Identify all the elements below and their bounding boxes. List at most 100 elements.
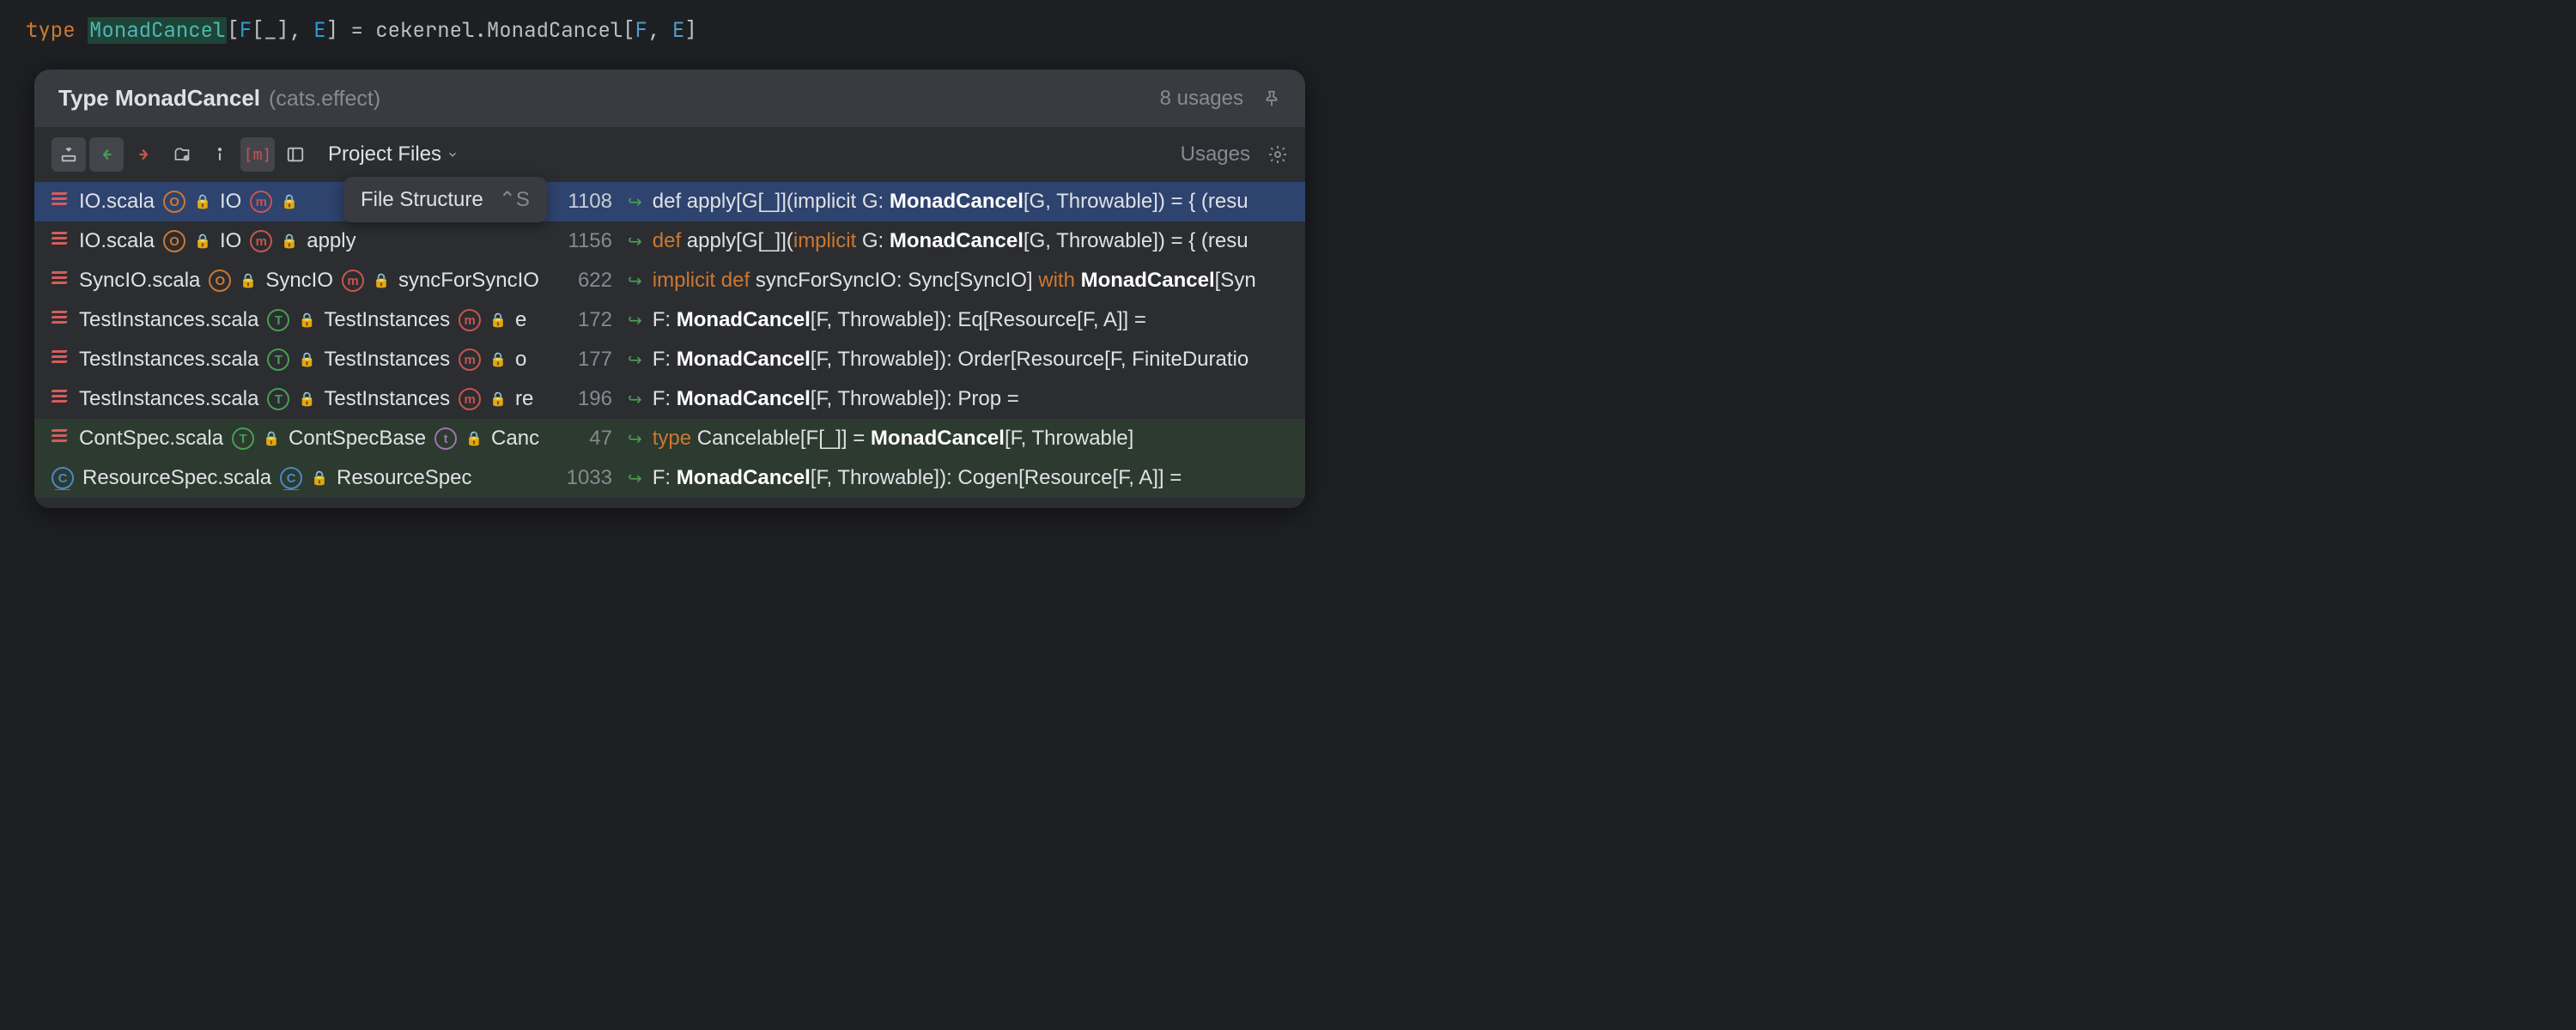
method-icon: m bbox=[250, 191, 272, 213]
filter-method-button[interactable]: [m] bbox=[240, 137, 275, 172]
code-snippet: type Cancelable[F[_]] = MonadCancel[F, T… bbox=[653, 427, 1288, 451]
code-snippet: def apply[G[_]](implicit G: MonadCancel[… bbox=[653, 190, 1288, 214]
container-name: ResourceSpec bbox=[337, 466, 471, 490]
scala-file-icon bbox=[52, 311, 70, 330]
lock-icon: 🔒 bbox=[194, 233, 211, 250]
container-name: SyncIO bbox=[265, 269, 333, 293]
usage-row[interactable]: C ResourceSpec.scala C 🔒 ResourceSpec 10… bbox=[34, 458, 1305, 498]
lock-icon: 🔒 bbox=[298, 312, 315, 329]
usages-popup: Type MonadCancel (cats.effect) 8 usages bbox=[34, 70, 1305, 508]
object-icon: O bbox=[163, 230, 185, 252]
scope-selector[interactable]: Project Files bbox=[328, 142, 459, 167]
lock-icon: 🔒 bbox=[281, 233, 298, 250]
code-snippet: F: MonadCancel[F, Throwable]): Cogen[Res… bbox=[653, 466, 1288, 490]
file-name: TestInstances.scala bbox=[79, 387, 258, 411]
object-icon: O bbox=[209, 270, 231, 292]
pin-icon[interactable] bbox=[1262, 89, 1281, 108]
usage-row[interactable]: SyncIO.scala O 🔒 SyncIO m 🔒 syncForSyncI… bbox=[34, 261, 1305, 300]
nav-icon: ↪ bbox=[628, 191, 642, 213]
settings-icon[interactable] bbox=[1267, 144, 1288, 165]
popup-title: Type MonadCancel bbox=[58, 85, 260, 112]
tooltip-text: File Structure bbox=[361, 188, 483, 212]
nav-icon: ↪ bbox=[628, 468, 642, 489]
scope-label: Project Files bbox=[328, 142, 441, 167]
usage-row[interactable]: TestInstances.scala T 🔒 TestInstances m … bbox=[34, 340, 1305, 379]
lock-icon: 🔒 bbox=[240, 272, 257, 289]
results-list: IO.scala O 🔒 IO m 🔒 File Structure ⌃S 11… bbox=[34, 182, 1305, 498]
lock-icon: 🔒 bbox=[194, 193, 211, 210]
preview-button[interactable] bbox=[278, 137, 313, 172]
code-snippet: F: MonadCancel[F, Throwable]): Prop = bbox=[653, 387, 1288, 411]
line-number: 177 bbox=[562, 348, 628, 372]
code-snippet: F: MonadCancel[F, Throwable]): Order[Res… bbox=[653, 348, 1288, 372]
lock-icon: 🔒 bbox=[298, 391, 315, 408]
info-button[interactable] bbox=[203, 137, 237, 172]
type-param-E: E bbox=[313, 17, 325, 44]
scala-file-icon bbox=[52, 429, 70, 448]
trait-icon: T bbox=[232, 427, 254, 450]
file-name: ContSpec.scala bbox=[79, 427, 223, 451]
method-icon: m bbox=[342, 270, 364, 292]
container-name: IO bbox=[220, 229, 241, 253]
nav-icon: ↪ bbox=[628, 389, 642, 410]
type-identifier: MonadCancel bbox=[88, 17, 227, 44]
popup-toolbar: [m] Project Files Usages bbox=[34, 127, 1305, 182]
usages-tab[interactable]: Usages bbox=[1181, 142, 1250, 167]
code-snippet: F: MonadCancel[F, Throwable]): Eq[Resour… bbox=[653, 308, 1288, 332]
code-snippet: def apply[G[_]](implicit G: MonadCancel[… bbox=[653, 229, 1288, 253]
trait-icon: T bbox=[267, 309, 289, 331]
usage-row[interactable]: IO.scala O 🔒 IO m 🔒 apply 1156 ↪ def app… bbox=[34, 221, 1305, 261]
file-name: TestInstances.scala bbox=[79, 348, 258, 372]
usage-row[interactable]: IO.scala O 🔒 IO m 🔒 File Structure ⌃S 11… bbox=[34, 182, 1305, 221]
next-occurrence-button[interactable] bbox=[127, 137, 161, 172]
member-name: syncForSyncIO bbox=[398, 269, 539, 293]
tooltip-shortcut: ⌃S bbox=[499, 187, 530, 212]
lock-icon: 🔒 bbox=[489, 312, 507, 329]
code-snippet: implicit def syncForSyncIO: Sync[SyncIO]… bbox=[653, 269, 1288, 293]
type-icon: t bbox=[434, 427, 457, 450]
scala-file-icon bbox=[52, 390, 70, 409]
class-icon: C bbox=[52, 467, 74, 489]
line-number: 47 bbox=[562, 427, 628, 451]
scala-file-icon bbox=[52, 271, 70, 290]
usage-row[interactable]: TestInstances.scala T 🔒 TestInstances m … bbox=[34, 379, 1305, 419]
open-findtool-button[interactable] bbox=[52, 137, 86, 172]
popup-header: Type MonadCancel (cats.effect) 8 usages bbox=[34, 70, 1305, 127]
usages-count: 8 usages bbox=[1160, 87, 1243, 111]
lock-icon: 🔒 bbox=[263, 430, 280, 447]
scala-file-icon bbox=[52, 350, 70, 369]
member-name: re bbox=[515, 387, 533, 411]
trait-icon: T bbox=[267, 348, 289, 371]
nav-icon: ↪ bbox=[628, 349, 642, 371]
directory-filter-button[interactable] bbox=[165, 137, 199, 172]
keyword-type: type bbox=[26, 17, 76, 44]
file-name: IO.scala bbox=[79, 229, 155, 253]
usage-row[interactable]: TestInstances.scala T 🔒 TestInstances m … bbox=[34, 300, 1305, 340]
lock-icon: 🔒 bbox=[281, 193, 298, 210]
member-name: o bbox=[515, 348, 526, 372]
lock-icon: 🔒 bbox=[311, 470, 328, 487]
editor-line: type MonadCancel[F[_], E] = cekernel.Mon… bbox=[0, 0, 1340, 61]
prev-occurrence-button[interactable] bbox=[89, 137, 124, 172]
scala-file-icon bbox=[52, 232, 70, 251]
method-icon: m bbox=[250, 230, 272, 252]
nav-icon: ↪ bbox=[628, 428, 642, 450]
container-name: IO bbox=[220, 190, 241, 214]
nav-icon: ↪ bbox=[628, 270, 642, 292]
line-number: 1033 bbox=[562, 466, 628, 490]
method-icon: m bbox=[459, 348, 481, 371]
file-structure-tooltip: File Structure ⌃S bbox=[343, 177, 547, 222]
member-name: apply bbox=[307, 229, 355, 253]
lock-icon: 🔒 bbox=[489, 351, 507, 368]
file-name: SyncIO.scala bbox=[79, 269, 200, 293]
container-name: TestInstances bbox=[324, 387, 450, 411]
container-name: TestInstances bbox=[324, 348, 450, 372]
type-param-F: F bbox=[240, 17, 252, 44]
usage-row[interactable]: ContSpec.scala T 🔒 ContSpecBase t 🔒 Canc… bbox=[34, 419, 1305, 458]
line-number: 1156 bbox=[562, 229, 628, 253]
member-name: e bbox=[515, 308, 526, 332]
nav-icon: ↪ bbox=[628, 231, 642, 252]
scala-file-icon bbox=[52, 192, 70, 211]
method-icon: m bbox=[459, 309, 481, 331]
file-name: TestInstances.scala bbox=[79, 308, 258, 332]
